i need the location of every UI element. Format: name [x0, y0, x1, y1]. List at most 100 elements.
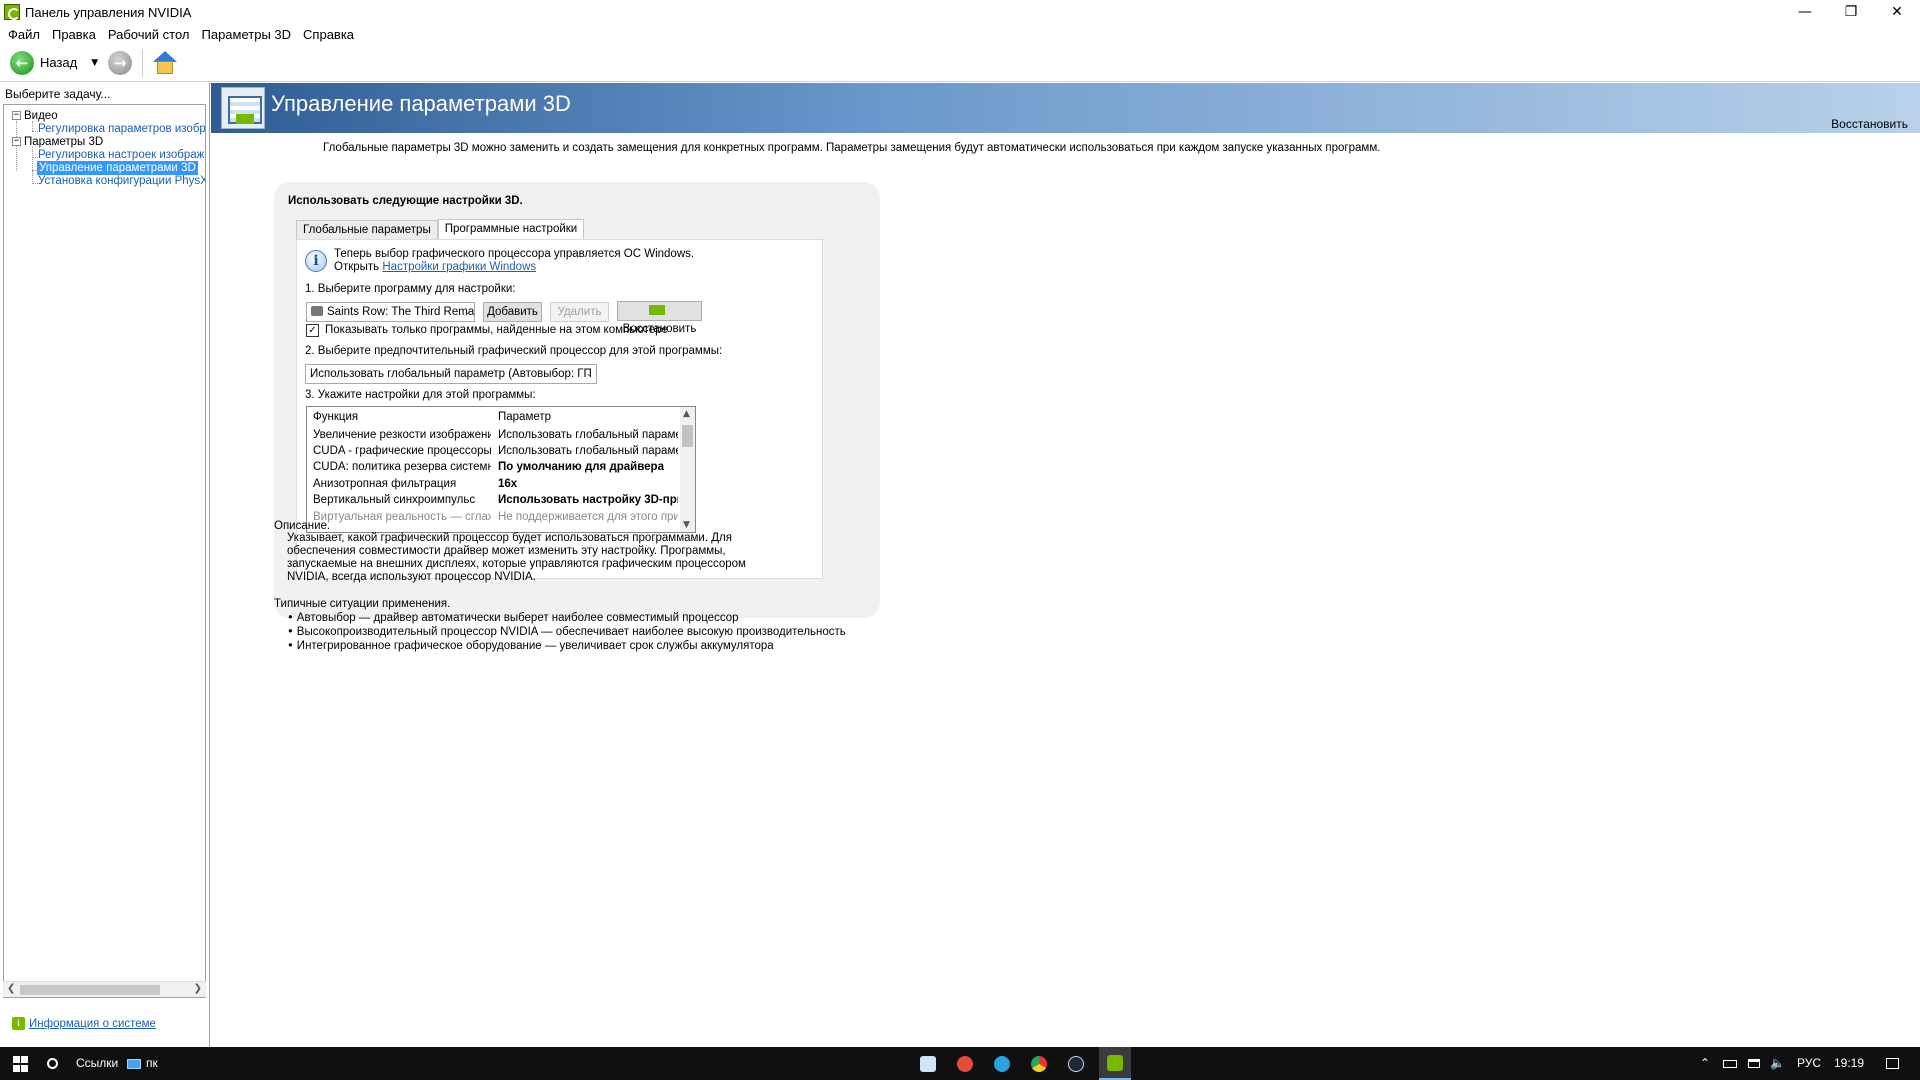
menu-desktop[interactable]: Рабочий стол	[102, 27, 196, 42]
table-row[interactable]: Виртуальная реальность — сглаживан... Не …	[307, 509, 682, 525]
setting-value: 16x	[498, 478, 518, 490]
show-only-found-checkbox[interactable]: ✓	[306, 324, 319, 337]
sidebar-horizontal-scrollbar[interactable]: ❮ ❯	[3, 981, 206, 997]
taskbar-telegram-icon[interactable]	[988, 1047, 1016, 1080]
clock[interactable]: 19:19	[1834, 1056, 1864, 1070]
chevron-down-icon: ⌄	[463, 307, 471, 317]
usage-list: Автовыбор — драйвер автоматически выбере…	[287, 611, 846, 653]
tray-overflow-icon[interactable]: ⌃	[1700, 1056, 1710, 1070]
system-info-link[interactable]: Информация о системе	[29, 1018, 156, 1030]
nvidia-app-icon	[4, 4, 20, 20]
open-label: Открыть	[334, 261, 380, 273]
notifications-icon[interactable]	[1884, 1047, 1900, 1080]
list-item: Интегрированное графическое оборудование…	[287, 639, 846, 653]
table-row[interactable]: Увеличение резкости изображения Использов…	[307, 427, 682, 443]
volume-icon[interactable]: 🔈	[1770, 1056, 1785, 1070]
tree-item-physx[interactable]: Установка конфигурации PhysX	[38, 174, 205, 188]
tab-global-settings[interactable]: Глобальные параметры	[296, 220, 438, 239]
search-icon[interactable]	[43, 1047, 61, 1080]
tab-program-settings[interactable]: Программные настройки	[437, 219, 585, 239]
gpu-info-line: Теперь выбор графического процессора упр…	[334, 248, 695, 260]
taskbar-media-player-icon[interactable]	[951, 1047, 979, 1080]
settings-vertical-scrollbar[interactable]: ▲ ▼	[680, 407, 695, 532]
table-row[interactable]: Анизотропная фильтрация 16x	[307, 476, 682, 492]
windows-graphics-settings-link[interactable]: Настройки графики Windows	[382, 261, 536, 273]
tree-item-adjust-preview[interactable]: Регулировка настроек изображения с просм…	[38, 148, 205, 162]
taskbar-chrome-icon[interactable]	[1025, 1047, 1053, 1080]
language-indicator[interactable]: РУС	[1797, 1056, 1821, 1070]
minimize-button[interactable]: —	[1782, 0, 1828, 24]
scroll-thumb[interactable]	[20, 985, 160, 995]
back-arrow-icon[interactable]: ←	[10, 50, 34, 75]
menu-edit[interactable]: Правка	[46, 27, 102, 42]
setting-name: Анизотропная фильтрация	[313, 478, 457, 490]
network-icon[interactable]	[1746, 1047, 1762, 1080]
home-icon[interactable]	[153, 50, 178, 75]
setting-value: Использовать настройку 3D-прило...	[498, 494, 678, 506]
scroll-right-icon[interactable]: ❯	[194, 983, 202, 994]
computer-icon[interactable]	[126, 1047, 142, 1080]
table-row[interactable]: CUDA - графические процессоры Использоват…	[307, 443, 682, 459]
program-settings-panel: i Теперь выбор графического процессора у…	[296, 239, 823, 579]
setting-name: Увеличение резкости изображения	[313, 429, 491, 441]
chevron-down-icon: ⌄	[585, 369, 593, 379]
column-header-function[interactable]: Функция	[313, 407, 358, 427]
title-bar: Панель управления NVIDIA — ❐ ✕	[0, 0, 1920, 24]
list-item: Автовыбор — драйвер автоматически выбере…	[287, 611, 846, 625]
tree-item-video-adjust[interactable]: Регулировка параметров изображения для в…	[38, 122, 205, 136]
maximize-button[interactable]: ❐	[1828, 0, 1874, 24]
column-header-parameter[interactable]: Параметр	[498, 407, 551, 427]
tree-item-3d-params[interactable]: Параметры 3D	[24, 135, 103, 149]
menu-file[interactable]: Файл	[2, 27, 46, 42]
taskbar-nvidia-icon[interactable]	[1099, 1047, 1131, 1080]
scroll-down-icon[interactable]: ▼	[683, 520, 690, 530]
nvidia-icon	[649, 305, 665, 315]
setting-name: Виртуальная реальность — сглаживан...	[313, 511, 491, 523]
menu-help[interactable]: Справка	[297, 27, 360, 42]
collapse-video-icon[interactable]: −	[12, 111, 21, 120]
sidebar-heading: Выберите задачу...	[5, 87, 111, 101]
pc-label[interactable]: пк	[146, 1056, 158, 1070]
toolbar: ← Назад ▼ →	[0, 44, 1920, 82]
taskbar-notepad-icon[interactable]	[914, 1047, 942, 1080]
page-title: Управление параметрами 3D	[271, 91, 571, 116]
taskbar-steam-icon[interactable]	[1062, 1047, 1090, 1080]
task-tree: − Видео Регулировка параметров изображен…	[3, 104, 206, 998]
scroll-left-icon[interactable]: ❮	[7, 983, 15, 994]
forward-arrow-icon[interactable]: →	[108, 50, 133, 75]
collapse-3d-icon[interactable]: −	[12, 137, 21, 146]
group-title: Использовать следующие настройки 3D.	[288, 195, 523, 207]
battery-icon[interactable]	[1722, 1047, 1738, 1080]
gpu-info-note: Теперь выбор графического процессора упр…	[334, 248, 694, 274]
program-settings-table: Функция Параметр Увеличение резкости изо…	[306, 406, 696, 533]
table-row[interactable]: CUDA: политика резерва системной пам... П…	[307, 459, 682, 475]
list-item: Высокопроизводительный процессор NVIDIA …	[287, 625, 846, 639]
tree-item-manage-3d[interactable]: Управление параметрами 3D	[37, 161, 198, 175]
menu-3d-settings[interactable]: Параметры 3D	[196, 27, 298, 42]
taskbar: Ссылки пк ⌃ 🔈 РУС 19:19	[0, 1047, 1920, 1080]
gpu-select[interactable]: Использовать глобальный параметр (Автовы…	[305, 364, 597, 384]
program-select[interactable]: Saints Row: The Third Remaste... ⌄	[306, 302, 475, 322]
program-icon	[311, 306, 323, 316]
history-dropdown-icon[interactable]: ▼	[91, 58, 98, 68]
scroll-up-icon[interactable]: ▲	[683, 409, 690, 419]
scroll-thumb[interactable]	[682, 425, 693, 447]
window-title: Панель управления NVIDIA	[25, 4, 192, 20]
back-button-label[interactable]: Назад	[40, 55, 77, 70]
start-button[interactable]	[10, 1047, 30, 1080]
links-toolbar-label[interactable]: Ссылки	[76, 1056, 118, 1070]
tree-item-video[interactable]: Видео	[24, 109, 58, 123]
task-sidebar: Выберите задачу... − Видео Регулировка п…	[0, 83, 210, 1047]
remove-program-button[interactable]: Удалить	[550, 302, 609, 322]
table-row[interactable]: Вертикальный синхроимпульс Использовать н…	[307, 492, 682, 508]
setting-name: CUDA: политика резерва системной пам...	[313, 461, 491, 473]
show-only-found-label[interactable]: Показывать только программы, найденные н…	[325, 324, 668, 336]
add-program-button[interactable]: Добавить	[483, 302, 542, 322]
close-button[interactable]: ✕	[1874, 0, 1920, 24]
restore-program-button[interactable]: Восстановить	[617, 301, 702, 335]
description-text: Указывает, какой графический процессор б…	[287, 532, 746, 583]
restore-defaults-link[interactable]: Восстановить	[1831, 117, 1908, 131]
menu-bar: Файл Правка Рабочий стол Параметры 3D Сп…	[0, 24, 360, 44]
setting-name: CUDA - графические процессоры	[313, 445, 491, 457]
main-panel: Управление параметрами 3D Восстановить Г…	[211, 83, 1920, 1047]
